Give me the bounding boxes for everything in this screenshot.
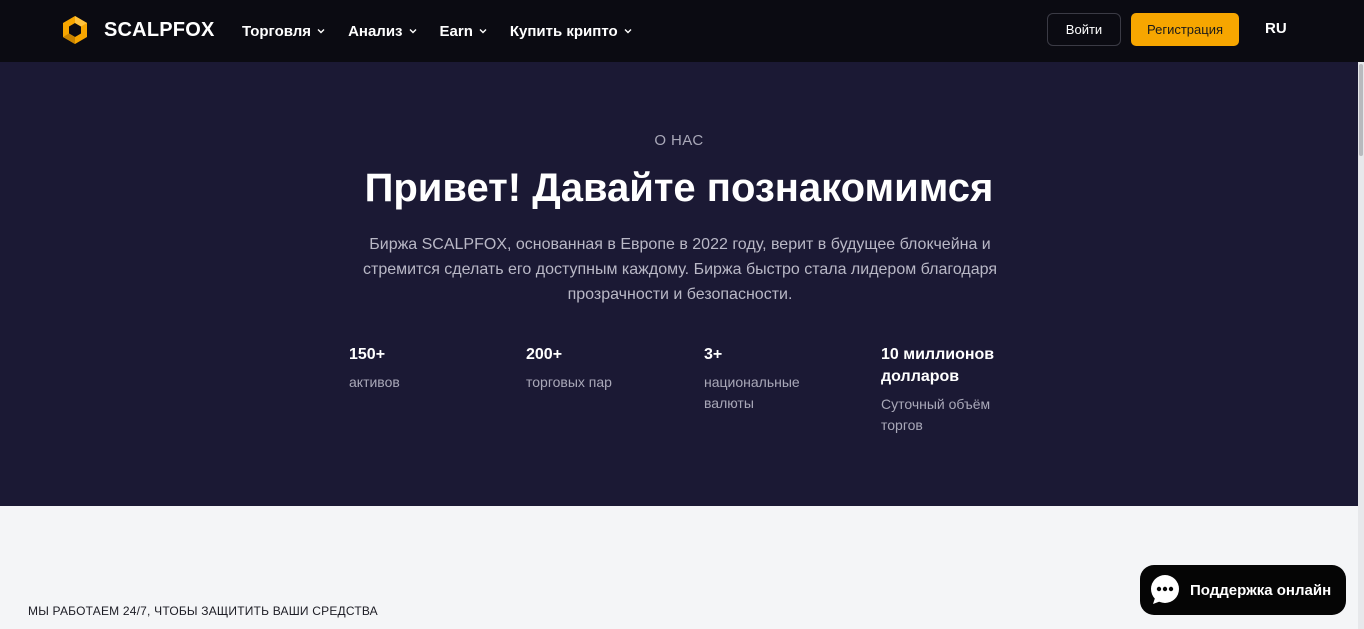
page-title: Привет! Давайте познакомимся	[364, 166, 994, 210]
security-section-label: МЫ РАБОТАЕМ 24/7, ЧТОБЫ ЗАЩИТИТЬ ВАШИ СР…	[28, 604, 378, 618]
stat-value: 3+	[704, 346, 723, 363]
stat-assets: 150+ активов	[349, 344, 489, 393]
nav-item-analysis[interactable]: Анализ	[348, 23, 417, 40]
hero-description: Биржа SCALPFOX, основанная в Европе в 20…	[362, 236, 997, 303]
nav-item-buy-crypto[interactable]: Купить крипто	[510, 23, 633, 40]
top-navigation-bar: SCALPFOX Торговля Анализ Earn Купить кри…	[0, 0, 1364, 62]
nav-item-label: Торговля	[242, 22, 312, 40]
stat-value: 10 миллионов долларов	[881, 346, 995, 385]
support-label: Поддержка онлайн	[1190, 581, 1332, 599]
support-chat-button[interactable]: Поддержка онлайн	[1140, 565, 1346, 615]
stat-label: торговых пар	[526, 374, 612, 390]
nav-item-earn[interactable]: Earn	[440, 23, 488, 40]
nav-item-label: Анализ	[348, 22, 403, 40]
about-hero-section: О НАС Привет! Давайте познакомимся Биржа…	[0, 62, 1358, 506]
scrollbar-thumb[interactable]	[1359, 64, 1363, 156]
chevron-down-icon	[479, 29, 487, 34]
brand-logo[interactable]: SCALPFOX	[60, 14, 215, 46]
login-button[interactable]: Войти	[1047, 13, 1121, 46]
stat-trading-pairs: 200+ торговых пар	[526, 344, 666, 393]
nav-item-label: Купить крипто	[509, 22, 618, 40]
chevron-down-icon	[624, 29, 632, 34]
nav-item-trading[interactable]: Торговля	[242, 23, 326, 40]
stat-value: 150+	[349, 346, 386, 363]
stat-label: Суточный объём торгов	[881, 396, 991, 433]
register-button[interactable]: Регистрация	[1131, 13, 1239, 46]
chevron-down-icon	[409, 29, 417, 34]
chat-bubble-icon	[1151, 575, 1179, 604]
stat-value: 200+	[526, 346, 563, 363]
stat-label: национальные валюты	[704, 374, 800, 411]
stat-label: активов	[349, 374, 400, 390]
brand-name: SCALPFOX	[104, 18, 215, 41]
section-eyebrow: О НАС	[654, 132, 704, 149]
stat-daily-volume: 10 миллионов долларов Суточный объём тор…	[881, 344, 1011, 436]
language-selector[interactable]: RU	[1265, 20, 1287, 37]
chevron-down-icon	[317, 29, 325, 34]
logo-hexagon-icon	[63, 16, 87, 44]
main-navigation: Торговля Анализ Earn Купить крипто	[242, 0, 655, 62]
nav-item-label: Earn	[439, 22, 473, 40]
stat-currencies: 3+ национальные валюты	[704, 344, 824, 414]
